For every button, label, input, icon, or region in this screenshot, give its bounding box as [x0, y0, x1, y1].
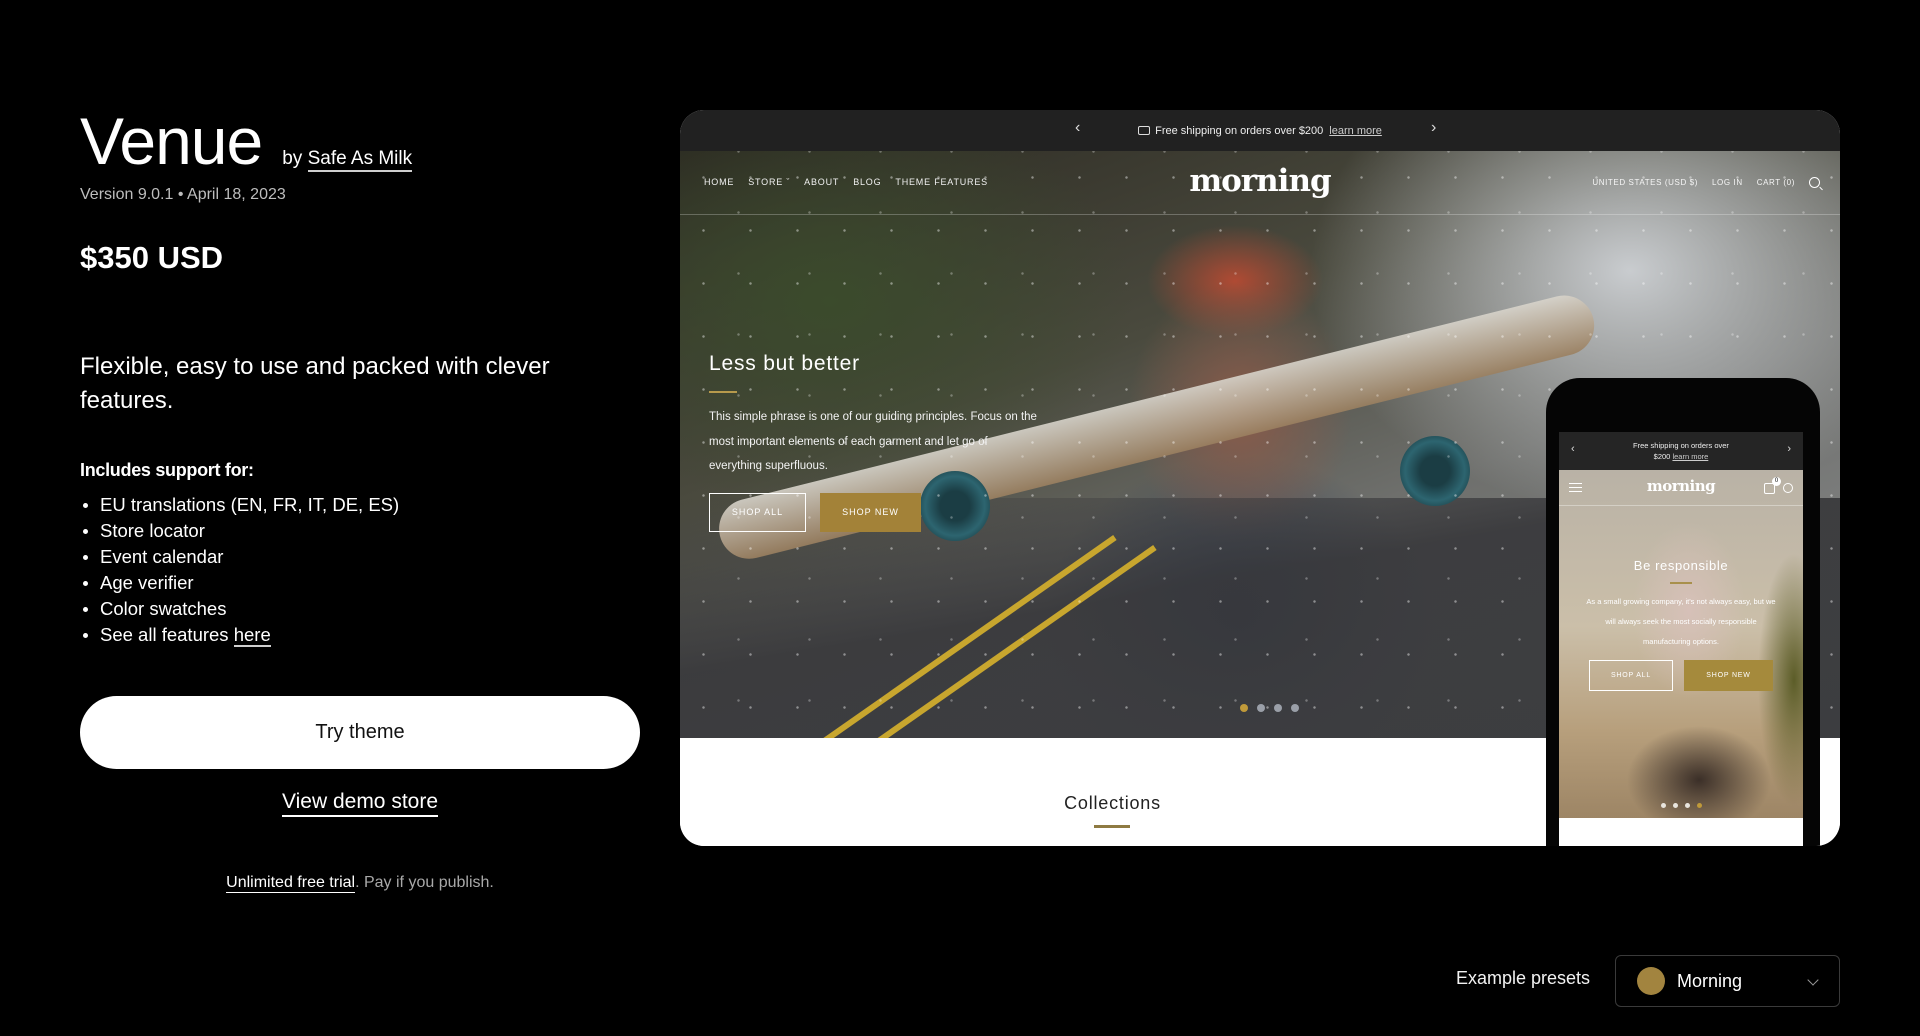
cart-count-badge: 0: [1772, 477, 1781, 486]
mobile-slide-dots: [1559, 803, 1803, 808]
mobile-shop-all-button[interactable]: SHOP ALL: [1589, 659, 1673, 691]
currency-selector[interactable]: UNITED STATES (USD $): [1592, 178, 1698, 187]
login-link[interactable]: LOG IN: [1712, 178, 1743, 187]
preset-color-swatch: [1637, 967, 1665, 995]
hero-text: This simple phrase is one of our guiding…: [709, 411, 1037, 472]
slide-dots: [1240, 704, 1299, 712]
see-all-text: See all features: [100, 624, 229, 645]
cart-link[interactable]: CART (0): [1757, 178, 1795, 187]
mobile-hero-rule: [1670, 582, 1692, 584]
hero-rule: [709, 391, 737, 393]
collections-title: Collections: [1064, 793, 1161, 813]
chevron-left-icon[interactable]: ‹: [1571, 444, 1575, 455]
try-theme-button[interactable]: Try theme: [80, 696, 640, 769]
mobile-announcement-line1: Free shipping on orders over: [1633, 441, 1729, 450]
announcement-learn-more[interactable]: learn more: [1329, 125, 1382, 137]
store-header: HOME STORE ˇ ABOUT BLOG THEME FEATURES m…: [680, 151, 1840, 215]
slide-dot[interactable]: [1660, 803, 1666, 808]
mobile-preview: ‹ Free shipping on orders over $200 lear…: [1546, 378, 1820, 846]
slide-dot[interactable]: [1672, 803, 1678, 808]
store-utility-nav: UNITED STATES (USD $) LOG IN CART (0): [1592, 177, 1820, 188]
slide-dot[interactable]: [1257, 704, 1265, 712]
slide-dot[interactable]: [1291, 704, 1299, 712]
chevron-right-icon[interactable]: ›: [1431, 119, 1436, 137]
author-line: by Safe As Milk: [282, 148, 413, 172]
includes-title: Includes support for:: [80, 460, 254, 480]
search-icon[interactable]: [1809, 177, 1820, 188]
preset-dropdown[interactable]: Morning: [1615, 955, 1840, 1007]
slide-dot[interactable]: [1696, 803, 1702, 808]
title-row: Venue by Safe As Milk: [80, 104, 413, 178]
mobile-header: morning 0: [1559, 470, 1803, 506]
announcement-text: Free shipping on orders over $200: [1155, 124, 1324, 137]
theme-title: Venue: [80, 104, 263, 178]
feature-item: EU translations (EN, FR, IT, DE, ES): [80, 492, 399, 518]
theme-preview: ‹ Free shipping on orders over $200 lear…: [680, 110, 1840, 846]
slide-dot[interactable]: [1274, 704, 1282, 712]
hero-buttons: SHOP ALL SHOP NEW: [709, 492, 1039, 532]
version: Version 9.0.1: [80, 186, 174, 203]
chevron-down-icon: [1807, 974, 1819, 986]
mobile-learn-more[interactable]: learn more: [1672, 452, 1708, 461]
mobile-hero-title: Be responsible: [1633, 558, 1729, 573]
chevron-right-icon[interactable]: ›: [1787, 444, 1791, 455]
feature-list: EU translations (EN, FR, IT, DE, ES) Sto…: [80, 492, 399, 648]
presets-label: Example presets: [1456, 968, 1591, 988]
release-date: April 18, 2023: [187, 186, 286, 203]
preset-selected-value: Morning: [1677, 970, 1743, 991]
hero-copy: Less but better This simple phrase is on…: [709, 352, 1039, 532]
mobile-hero: morning 0 Be responsible As a small grow…: [1559, 470, 1803, 818]
shop-all-button[interactable]: SHOP ALL: [709, 492, 806, 532]
feature-item: Age verifier: [80, 570, 399, 596]
view-demo-wrapper: View demo store: [80, 790, 640, 817]
version-meta: Version 9.0.1 • April 18, 2023: [80, 186, 286, 204]
chevron-left-icon[interactable]: ‹: [1075, 119, 1080, 137]
mobile-hero-copy: Be responsible As a small growing compan…: [1559, 558, 1803, 691]
hero-title: Less but better: [709, 352, 860, 375]
mobile-announcement-amount: $200: [1653, 452, 1671, 461]
search-icon[interactable]: [1783, 483, 1793, 493]
by-prefix: by: [282, 148, 303, 169]
mobile-announcement-bar: ‹ Free shipping on orders over $200 lear…: [1559, 432, 1803, 470]
meta-separator: •: [177, 186, 184, 203]
collections-rule: [1094, 825, 1130, 828]
slide-dot[interactable]: [1684, 803, 1690, 808]
trial-note-text: . Pay if you publish.: [355, 874, 494, 891]
trial-note: Unlimited free trial. Pay if you publish…: [80, 874, 640, 893]
slide-dot[interactable]: [1240, 704, 1248, 712]
tagline: Flexible, easy to use and packed with cl…: [80, 353, 550, 414]
mobile-announcement-line2: $200 learn more: [1559, 451, 1803, 462]
feature-item: Event calendar: [80, 544, 399, 570]
feature-item: Store locator: [80, 518, 399, 544]
price: $350 USD: [80, 240, 224, 275]
shipping-icon: [1138, 126, 1151, 135]
shop-new-button[interactable]: SHOP NEW: [820, 492, 921, 532]
free-trial-link[interactable]: Unlimited free trial: [226, 874, 356, 893]
mobile-shop-new-button[interactable]: SHOP NEW: [1684, 659, 1773, 691]
view-demo-store-link[interactable]: View demo store: [281, 790, 439, 817]
announcement-bar: ‹ Free shipping on orders over $200 lear…: [680, 110, 1840, 151]
mobile-hero-buttons: SHOP ALL SHOP NEW: [1559, 659, 1803, 691]
author-link[interactable]: Safe As Milk: [307, 148, 413, 172]
feature-item: Color swatches: [80, 596, 399, 622]
see-all-features-link[interactable]: here: [233, 624, 271, 647]
mobile-screen: ‹ Free shipping on orders over $200 lear…: [1559, 432, 1803, 846]
feature-item-see-all: See all features here: [80, 622, 399, 648]
mobile-hero-text: As a small growing company, it's not alw…: [1586, 596, 1776, 646]
